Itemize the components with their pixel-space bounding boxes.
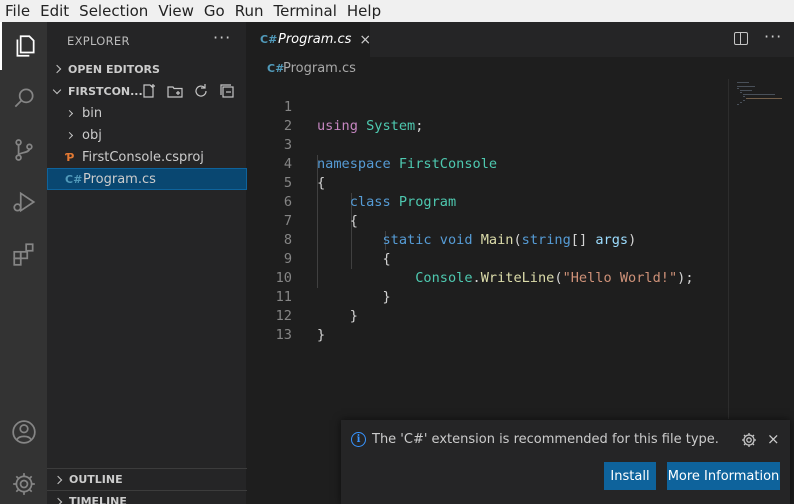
code-line: 6 {: [248, 174, 726, 229]
folder-actions: [141, 80, 235, 102]
code-line: 3 namespace FirstConsole: [248, 117, 726, 172]
menu-view[interactable]: View: [153, 0, 199, 22]
extensions-icon[interactable]: [0, 230, 47, 278]
code-line: 1 using System;: [248, 79, 726, 134]
chevron-right-icon: [65, 109, 74, 117]
refresh-icon[interactable]: [193, 83, 209, 99]
source-control-icon[interactable]: [0, 126, 47, 174]
code-line: 10 }: [248, 250, 726, 305]
menu-file[interactable]: File: [0, 0, 35, 22]
code-line: 11 }: [248, 269, 726, 324]
code-line: 13: [248, 307, 726, 343]
project-folder-label: FIRSTCON...: [68, 84, 143, 98]
explorer-more-button[interactable]: ···: [213, 28, 231, 47]
tree-item-obj[interactable]: obj: [47, 124, 247, 146]
new-file-icon[interactable]: [141, 83, 157, 99]
code-line: 5 class Program: [248, 155, 726, 210]
code-line: 2: [248, 98, 726, 134]
explorer-icon[interactable]: [0, 22, 47, 70]
csharp-icon: C#: [267, 61, 285, 75]
tree-item-program-cs[interactable]: C# Program.cs: [47, 168, 247, 190]
chevron-right-icon: [52, 64, 62, 74]
more-information-button[interactable]: More Information: [667, 462, 780, 490]
tree-item-label: obj: [82, 127, 102, 143]
tree-item-label: FirstConsole.csproj: [82, 149, 204, 165]
minimap[interactable]: [728, 79, 784, 419]
chevron-right-icon: [53, 475, 63, 484]
menu-go[interactable]: Go: [199, 0, 230, 22]
extension-recommendation-toast: i The 'C#' extension is recommended for …: [341, 420, 790, 504]
toast-message: The 'C#' extension is recommended for th…: [372, 432, 719, 447]
open-editors-label: OPEN EDITORS: [68, 62, 160, 76]
menu-run[interactable]: Run: [230, 0, 269, 22]
editor-tab-bar: C# Program.cs × ···: [248, 22, 794, 57]
rss-icon: Ƥ: [65, 150, 75, 164]
menu-help[interactable]: Help: [342, 0, 386, 22]
activity-bar: [0, 22, 47, 504]
tree-item-label: Program.cs: [83, 171, 156, 187]
explorer-sidebar: EXPLORER ··· OPEN EDITORS FIRSTCON... bi…: [47, 22, 247, 504]
code-line: 4 {: [248, 136, 726, 191]
explorer-title: EXPLORER: [67, 34, 130, 48]
split-editor-icon[interactable]: [734, 32, 748, 45]
tree-item-label: bin: [82, 105, 103, 121]
timeline-label: TIMELINE: [69, 495, 127, 504]
breadcrumb: C# Program.cs: [248, 57, 794, 79]
run-debug-icon[interactable]: [0, 178, 47, 226]
menu-terminal[interactable]: Terminal: [269, 0, 342, 22]
breadcrumb-file[interactable]: Program.cs: [283, 61, 356, 76]
menu-selection[interactable]: Selection: [74, 0, 153, 22]
manage-gear-icon[interactable]: [0, 460, 47, 504]
code-line: 12 }: [248, 288, 726, 343]
csharp-icon: C#: [65, 172, 83, 186]
outline-label: OUTLINE: [69, 473, 123, 486]
search-icon[interactable]: [0, 74, 47, 122]
gear-icon[interactable]: [741, 432, 757, 448]
code-line: 9 Console.WriteLine("Hello World!");: [248, 231, 726, 286]
chevron-down-icon: [52, 85, 62, 94]
outline-section[interactable]: OUTLINE: [47, 468, 247, 490]
open-editors-section[interactable]: OPEN EDITORS: [47, 58, 247, 80]
tab-label: Program.cs: [278, 32, 352, 47]
line-number: 13: [275, 327, 292, 343]
editor-scrollbar[interactable]: [784, 79, 794, 419]
chevron-right-icon: [53, 497, 63, 504]
menu-edit[interactable]: Edit: [35, 0, 74, 22]
install-button[interactable]: Install: [604, 462, 656, 490]
chevron-right-icon: [65, 131, 74, 139]
tree-item-bin[interactable]: bin: [47, 102, 247, 124]
tab-close-icon[interactable]: ×: [359, 32, 371, 48]
timeline-section[interactable]: TIMELINE: [47, 490, 247, 504]
account-icon[interactable]: [0, 408, 47, 456]
new-folder-icon[interactable]: [167, 83, 183, 99]
menu-bar: File Edit Selection View Go Run Terminal…: [0, 0, 794, 22]
tab-program-cs[interactable]: C# Program.cs ×: [248, 22, 371, 57]
project-folder-section[interactable]: FIRSTCON...: [47, 80, 247, 102]
collapse-all-icon[interactable]: [219, 83, 235, 99]
tree-item-csproj[interactable]: Ƥ FirstConsole.csproj: [47, 146, 247, 168]
info-icon: i: [351, 432, 366, 447]
code-line: 7 static void Main(string[] args): [248, 193, 726, 248]
editor-more-button[interactable]: ···: [764, 27, 782, 46]
close-icon[interactable]: ×: [767, 430, 780, 448]
csharp-icon: C#: [260, 33, 278, 46]
code-line: 8 {: [248, 212, 726, 267]
